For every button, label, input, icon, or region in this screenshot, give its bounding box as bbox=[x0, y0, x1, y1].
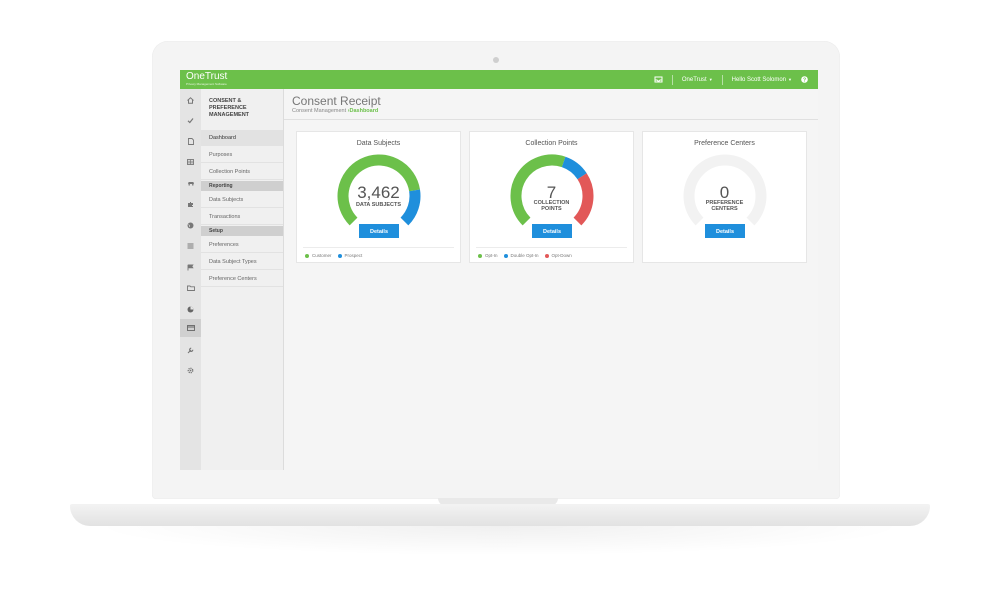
wrench-icon[interactable] bbox=[180, 341, 201, 359]
pie-icon[interactable] bbox=[180, 300, 201, 318]
preference-centers-count: 0 bbox=[719, 183, 730, 202]
svg-text:?: ? bbox=[803, 77, 806, 83]
check-icon[interactable] bbox=[180, 111, 201, 129]
nav-dashboard[interactable]: Dashboard bbox=[201, 130, 283, 146]
top-right-menu: OneTrust ▼ Hello Scott Solomon ▼ ? bbox=[654, 70, 808, 89]
nav-purposes[interactable]: Purposes bbox=[201, 147, 283, 163]
org-dropdown[interactable]: OneTrust ▼ bbox=[682, 77, 713, 83]
collection-points-card: Collection Points 7 COLLECTION POINTS De… bbox=[469, 131, 634, 263]
icon-rail bbox=[180, 89, 202, 470]
card-title: Data Subjects bbox=[356, 140, 401, 147]
user-greeting: Hello Scott Solomon bbox=[731, 76, 787, 83]
car-icon[interactable] bbox=[180, 174, 201, 192]
list-icon[interactable] bbox=[180, 237, 201, 255]
legend-dot bbox=[503, 253, 508, 258]
top-bar: OneTrust Privacy Management Software One… bbox=[180, 70, 818, 89]
legend-item: Opt-Down bbox=[544, 253, 572, 258]
topbar-divider bbox=[671, 74, 673, 85]
inbox-icon[interactable] bbox=[654, 76, 663, 83]
legend-item: Prospect bbox=[337, 253, 363, 258]
app-screen: OneTrust Privacy Management Software One… bbox=[180, 70, 818, 470]
breadcrumb-parent[interactable]: Consent Management bbox=[292, 108, 346, 114]
legend-dot bbox=[337, 253, 342, 258]
camera-icon bbox=[493, 57, 499, 63]
caret-down-icon: ▼ bbox=[788, 76, 792, 82]
globe-icon[interactable] bbox=[180, 216, 201, 234]
gear-icon[interactable] bbox=[180, 361, 201, 379]
flag-icon[interactable] bbox=[180, 258, 201, 276]
secondary-nav: CONSENT & PREFERENCE MANAGEMENT Dashboar… bbox=[201, 89, 284, 470]
nav-preference-centers[interactable]: Preference Centers bbox=[201, 271, 283, 287]
legend-label: Opt-In bbox=[485, 253, 498, 258]
topbar-divider bbox=[721, 74, 723, 85]
nav-section-reporting: Reporting bbox=[201, 181, 283, 191]
legend-dot bbox=[478, 253, 482, 258]
folder-icon[interactable] bbox=[180, 279, 201, 297]
legend-dot bbox=[305, 253, 309, 258]
breadcrumb-current: Dashboard bbox=[349, 108, 379, 114]
legend-label: Double Opt-In bbox=[510, 253, 539, 258]
legend-item: Double Opt-In bbox=[503, 253, 539, 258]
grid-icon[interactable] bbox=[180, 153, 201, 171]
preference-centers-details-button[interactable]: Details bbox=[705, 224, 745, 238]
legend-label: Prospect bbox=[344, 253, 363, 258]
nav-preferences[interactable]: Preferences bbox=[201, 237, 283, 253]
card-divider bbox=[303, 247, 454, 248]
card-icon[interactable] bbox=[180, 319, 201, 337]
nav-data-subjects[interactable]: Data Subjects bbox=[201, 192, 283, 208]
org-name: OneTrust bbox=[681, 76, 707, 83]
title-divider bbox=[284, 119, 818, 120]
data-subjects-label: DATA SUBJECTS bbox=[355, 202, 402, 208]
legend-label: Opt-Down bbox=[551, 253, 572, 258]
collection-points-details-button[interactable]: Details bbox=[532, 224, 572, 238]
breadcrumb: Consent Management ›Dashboard bbox=[292, 108, 378, 114]
nav-collection-points[interactable]: Collection Points bbox=[201, 164, 283, 180]
caret-down-icon: ▼ bbox=[708, 76, 713, 82]
nav-data-subject-types[interactable]: Data Subject Types bbox=[201, 254, 283, 270]
document-icon[interactable] bbox=[180, 132, 201, 150]
home-icon[interactable] bbox=[180, 91, 201, 109]
preference-centers-card: Preference Centers 0 PREFERENCE CENTERS … bbox=[642, 131, 807, 263]
main-content: Consent Receipt Consent Management ›Dash… bbox=[284, 89, 818, 470]
legend-item: Customer bbox=[305, 253, 332, 258]
collection-points-count: 7 bbox=[546, 183, 557, 202]
card-title: Collection Points bbox=[525, 140, 578, 147]
brand-logo[interactable]: OneTrust Privacy Management Software bbox=[186, 71, 228, 87]
nav-transactions[interactable]: Transactions bbox=[201, 209, 283, 225]
module-title: CONSENT & PREFERENCE MANAGEMENT bbox=[209, 98, 250, 118]
preference-centers-label-line2: CENTERS bbox=[711, 206, 738, 212]
legend-dot bbox=[544, 253, 549, 258]
user-dropdown[interactable]: Hello Scott Solomon ▼ bbox=[732, 77, 792, 83]
brand-name: OneTrust bbox=[186, 71, 228, 82]
brand-tagline: Privacy Management Software bbox=[186, 82, 227, 86]
puzzle-icon[interactable] bbox=[180, 195, 201, 213]
page-title: Consent Receipt bbox=[292, 94, 381, 108]
card-title: Preference Centers bbox=[694, 140, 755, 147]
data-subjects-card: Data Subjects 3,462 DATA SUBJECTS Detail… bbox=[296, 131, 461, 263]
legend-item: Opt-In bbox=[478, 253, 498, 258]
card-divider bbox=[476, 247, 627, 248]
donut-segment-double-opt-in[interactable] bbox=[561, 156, 587, 180]
legend: Opt-In Double Opt-In Opt-Down bbox=[478, 253, 572, 258]
laptop-shadow bbox=[90, 526, 910, 556]
legend-label: Customer bbox=[312, 253, 332, 258]
collection-points-label-line2: POINTS bbox=[541, 206, 562, 212]
help-icon[interactable]: ? bbox=[801, 76, 808, 83]
laptop-base bbox=[70, 504, 930, 526]
nav-section-setup: Setup bbox=[201, 226, 283, 236]
data-subjects-details-button[interactable]: Details bbox=[359, 224, 399, 238]
data-subjects-count: 3,462 bbox=[357, 183, 400, 202]
legend: Customer Prospect bbox=[305, 253, 362, 258]
